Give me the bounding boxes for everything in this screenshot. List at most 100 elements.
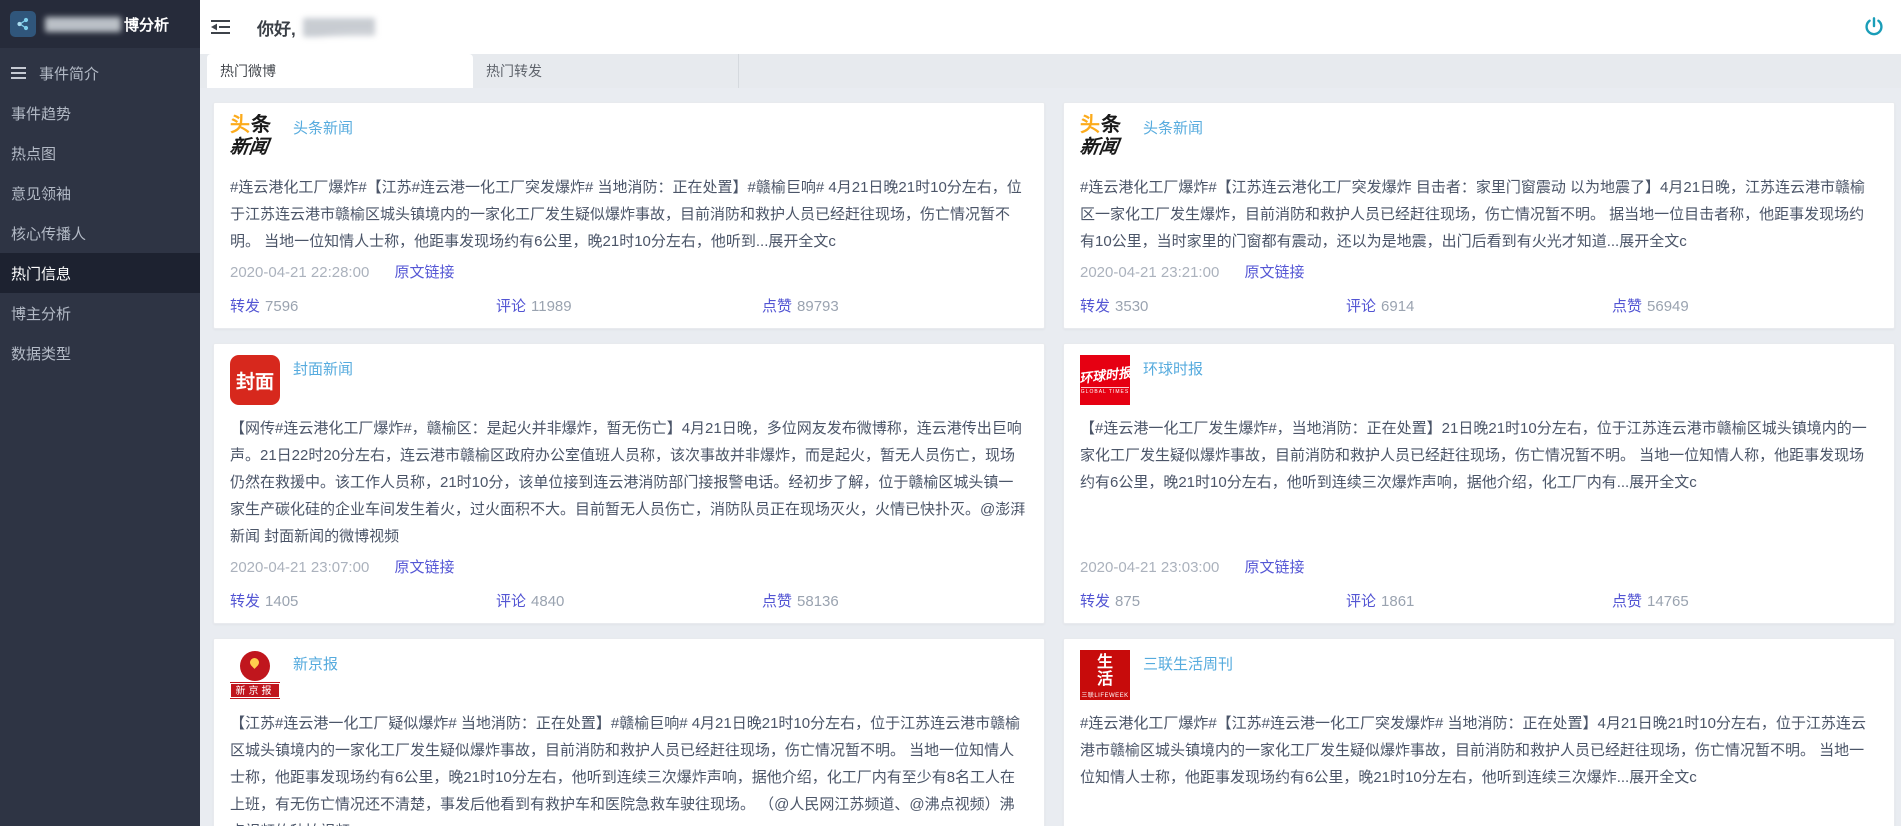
list-icon [11, 67, 26, 79]
post-source-link[interactable]: 头条新闻 [1143, 117, 1203, 164]
post-datetime: 2020-04-21 23:03:00 [1080, 559, 1219, 576]
like-count: 89793 [797, 298, 839, 315]
post-card-header: 封面 封面新闻 [230, 355, 1028, 405]
tab-hot-weibo[interactable]: 热门微博 [207, 54, 473, 88]
forward-count: 3530 [1115, 298, 1148, 315]
sidebar-item-label: 意见领袖 [11, 183, 71, 204]
sidebar-item-blogger-analysis[interactable]: 博主分析 [0, 293, 200, 333]
original-link[interactable]: 原文链接 [1244, 559, 1304, 576]
post-stats: 转发 7596 评论 11989 点赞 89793 [230, 295, 1028, 318]
sidebar-item-event-trend[interactable]: 事件趋势 [0, 93, 200, 133]
sidebar: 博分析 事件简介 事件趋势 热点图 意见领袖 核心传播人 热门信息 博主分析 [0, 0, 200, 826]
sidebar-item-label: 数据类型 [11, 343, 71, 364]
like-link[interactable]: 点赞 [762, 593, 792, 610]
comment-link[interactable]: 评论 [1346, 593, 1376, 610]
avatar-cover-news[interactable]: 封面 [230, 355, 280, 405]
logout-power-icon[interactable] [1863, 16, 1885, 38]
sidebar-collapse-icon[interactable] [211, 20, 230, 34]
post-source-link[interactable]: 三联生活周刊 [1143, 653, 1233, 700]
avatar-beijing-news[interactable]: 新京报 [230, 650, 280, 700]
tab-hot-reposts[interactable]: 热门转发 [473, 54, 739, 88]
avatar-toutiao-news[interactable]: 头条 新闻 [1080, 114, 1130, 164]
redacted-username [303, 18, 375, 37]
original-link[interactable]: 原文链接 [394, 559, 454, 576]
sidebar-item-label: 事件趋势 [11, 103, 71, 124]
forward-count: 1405 [265, 593, 298, 610]
sidebar-item-hot-info[interactable]: 热门信息 [0, 253, 200, 293]
post-card: 头条 新闻 头条新闻 #连云港化工厂爆炸#【江苏连云港化工厂突发爆炸 目击者：家… [1063, 102, 1895, 329]
sidebar-item-heatmap[interactable]: 热点图 [0, 133, 200, 173]
post-card-grid: 头条 新闻 头条新闻 #连云港化工厂爆炸#【江苏#连云港一化工厂突发爆炸# 当地… [213, 102, 1895, 826]
redacted-brand-name [45, 17, 121, 32]
forward-link[interactable]: 转发 [230, 298, 260, 315]
post-card: 头条 新闻 头条新闻 #连云港化工厂爆炸#【江苏#连云港一化工厂突发爆炸# 当地… [213, 102, 1045, 329]
forward-count: 875 [1115, 593, 1140, 610]
post-card: 新京报 新京报 【江苏#连云港一化工厂疑似爆炸# 当地消防：正在处置】#赣榆巨响… [213, 638, 1045, 826]
sidebar-item-core-spreaders[interactable]: 核心传播人 [0, 213, 200, 253]
post-text: 【网传#连云港化工厂爆炸#，赣榆区：是起火并非爆炸，暂无伤亡】4月21日晚，多位… [230, 415, 1028, 550]
post-datetime: 2020-04-21 23:07:00 [230, 559, 369, 576]
post-card: 生 活 三联LIFEWEEK 三联生活周刊 #连云港化工厂爆炸#【江苏#连云港一… [1063, 638, 1895, 826]
like-link[interactable]: 点赞 [1612, 593, 1642, 610]
sidebar-item-data-types[interactable]: 数据类型 [0, 333, 200, 373]
post-card-footer: 2020-04-21 22:28:00 原文链接 转发 7596 评论 11989 … [230, 261, 1028, 318]
post-source-link[interactable]: 头条新闻 [293, 117, 353, 164]
flame-icon [240, 651, 270, 681]
sidebar-item-label: 热点图 [11, 143, 56, 164]
sidebar-nav: 事件简介 事件趋势 热点图 意见领袖 核心传播人 热门信息 博主分析 数据类型 [0, 48, 200, 373]
sidebar-item-opinion-leaders[interactable]: 意见领袖 [0, 173, 200, 213]
post-datetime: 2020-04-21 22:28:00 [230, 264, 369, 281]
greeting-text: 你好, [257, 15, 296, 40]
like-count: 56949 [1647, 298, 1689, 315]
sidebar-item-label: 核心传播人 [11, 223, 86, 244]
sidebar-item-event-intro[interactable]: 事件简介 [0, 53, 200, 93]
brand-logo-bar: 博分析 [0, 0, 200, 48]
post-stats: 转发 1405 评论 4840 点赞 58136 [230, 590, 1028, 613]
post-card-header: 头条 新闻 头条新闻 [1080, 114, 1878, 164]
original-link[interactable]: 原文链接 [394, 264, 454, 281]
post-stats: 转发 875 评论 1861 点赞 14765 [1080, 590, 1878, 613]
sidebar-item-label: 博主分析 [11, 303, 71, 324]
post-datetime: 2020-04-21 23:21:00 [1080, 264, 1219, 281]
post-card-footer: 2020-04-21 23:03:00 原文链接 转发 875 评论 1861 点赞… [1080, 556, 1878, 613]
avatar-global-times[interactable]: 环球时报 GLOBAL TIMES [1080, 355, 1130, 405]
post-stats: 转发 3530 评论 6914 点赞 56949 [1080, 295, 1878, 318]
post-text: #连云港化工厂爆炸#【江苏#连云港一化工厂突发爆炸# 当地消防：正在处置】#赣榆… [230, 174, 1028, 255]
tab-bar: 热门微博 热门转发 [200, 54, 1901, 88]
forward-link[interactable]: 转发 [230, 593, 260, 610]
top-header: 你好, [200, 0, 1901, 54]
post-text: 【#连云港一化工厂发生爆炸#，当地消防：正在处置】21日晚21时10分左右，位于… [1080, 415, 1878, 496]
original-link[interactable]: 原文链接 [1244, 264, 1304, 281]
comment-count: 4840 [531, 593, 564, 610]
post-card: 封面 封面新闻 【网传#连云港化工厂爆炸#，赣榆区：是起火并非爆炸，暂无伤亡】4… [213, 343, 1045, 624]
post-text: #连云港化工厂爆炸#【江苏连云港化工厂突发爆炸 目击者：家里门窗震动 以为地震了… [1080, 174, 1878, 255]
forward-count: 7596 [265, 298, 298, 315]
comment-count: 1861 [1381, 593, 1414, 610]
post-card: 环球时报 GLOBAL TIMES 环球时报 【#连云港一化工厂发生爆炸#，当地… [1063, 343, 1895, 624]
post-card-header: 新京报 新京报 [230, 650, 1028, 700]
main-area: 你好, 热门微博 热门转发 头条 新闻 头条新闻 #连云港化工厂爆炸#【江苏#连… [200, 0, 1901, 826]
like-link[interactable]: 点赞 [762, 298, 792, 315]
forward-link[interactable]: 转发 [1080, 593, 1110, 610]
comment-link[interactable]: 评论 [496, 593, 526, 610]
avatar-lifeweek[interactable]: 生 活 三联LIFEWEEK [1080, 650, 1130, 700]
like-count: 58136 [797, 593, 839, 610]
comment-count: 6914 [1381, 298, 1414, 315]
post-card-header: 生 活 三联LIFEWEEK 三联生活周刊 [1080, 650, 1878, 700]
post-card-footer: 2020-04-21 23:21:00 原文链接 转发 3530 评论 6914 点… [1080, 261, 1878, 318]
post-source-link[interactable]: 封面新闻 [293, 358, 353, 405]
brand-name-suffix: 博分析 [124, 14, 169, 35]
forward-link[interactable]: 转发 [1080, 298, 1110, 315]
comment-link[interactable]: 评论 [1346, 298, 1376, 315]
post-text: 【江苏#连云港一化工厂疑似爆炸# 当地消防：正在处置】#赣榆巨响# 4月21日晚… [230, 710, 1028, 826]
post-card-header: 环球时报 GLOBAL TIMES 环球时报 [1080, 355, 1878, 405]
post-source-link[interactable]: 环球时报 [1143, 358, 1203, 405]
comment-link[interactable]: 评论 [496, 298, 526, 315]
post-source-link[interactable]: 新京报 [293, 653, 338, 700]
comment-count: 11989 [531, 298, 572, 315]
post-card-footer: 2020-04-21 23:07:00 原文链接 转发 1405 评论 4840 点… [230, 556, 1028, 613]
brand-logo-icon [10, 11, 36, 37]
like-link[interactable]: 点赞 [1612, 298, 1642, 315]
like-count: 14765 [1647, 593, 1689, 610]
avatar-toutiao-news[interactable]: 头条 新闻 [230, 114, 280, 164]
